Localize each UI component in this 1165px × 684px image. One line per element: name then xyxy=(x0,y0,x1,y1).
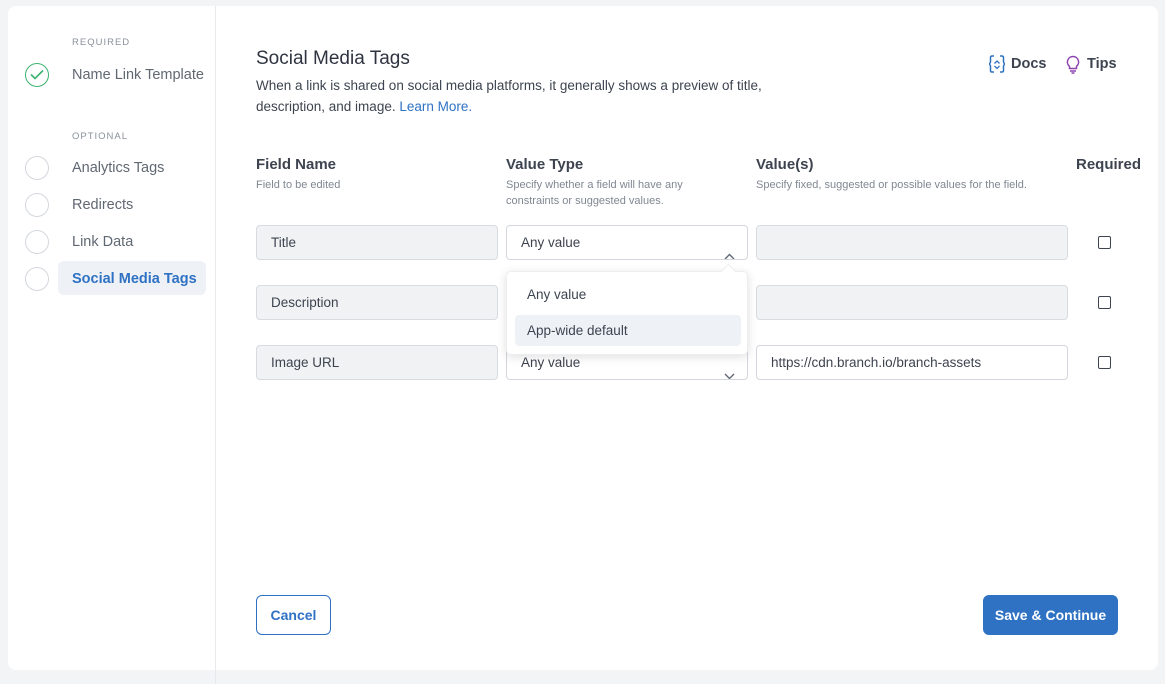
field-name-description: Description xyxy=(256,285,498,320)
wizard-sidebar: REQUIRED Name Link Template OPTIONAL Ana… xyxy=(8,6,216,684)
docs-icon xyxy=(989,55,1005,73)
field-name-header: Field Name xyxy=(256,156,337,173)
selected-value: Any value xyxy=(521,235,581,250)
field-name-title: Title xyxy=(256,225,498,260)
value-input-description xyxy=(756,285,1068,320)
dropdown-option-any-value[interactable]: Any value xyxy=(515,279,741,310)
chevron-down-icon xyxy=(724,359,735,379)
value-type-header: Value Type xyxy=(506,156,584,173)
cancel-button[interactable]: Cancel xyxy=(256,595,331,635)
step-label: Redirects xyxy=(72,197,134,213)
check-circle-icon xyxy=(25,63,49,87)
required-checkbox-image-url[interactable] xyxy=(1098,356,1111,369)
tips-button[interactable]: Tips xyxy=(1065,54,1117,74)
empty-circle-icon xyxy=(25,267,49,291)
required-section-label: REQUIRED xyxy=(72,37,131,48)
required-header: Required xyxy=(1076,156,1142,173)
step-social-media-tags[interactable]: Social Media Tags xyxy=(25,261,215,295)
chevron-up-icon xyxy=(724,239,735,259)
page-description: When a link is shared on social media pl… xyxy=(256,75,776,117)
value-type-subtitle: Specify whether a field will have any co… xyxy=(506,179,683,207)
empty-circle-icon xyxy=(25,193,49,217)
value-input-title xyxy=(756,225,1068,260)
description-text: When a link is shared on social media pl… xyxy=(256,78,762,114)
dropdown-option-app-wide-default[interactable]: App-wide default xyxy=(515,315,741,346)
save-continue-button[interactable]: Save & Continue xyxy=(983,595,1118,635)
learn-more-link[interactable]: Learn More. xyxy=(399,99,472,114)
field-name-subtitle: Field to be edited xyxy=(256,179,341,191)
value-input-image-url[interactable]: https://cdn.branch.io/branch-assets xyxy=(756,345,1068,380)
step-name-link-template[interactable]: Name Link Template xyxy=(25,58,215,92)
required-checkbox-title[interactable] xyxy=(1098,236,1111,249)
docs-button[interactable]: Docs xyxy=(989,54,1046,74)
step-label: Social Media Tags xyxy=(72,271,197,287)
lightbulb-icon xyxy=(1065,55,1081,74)
empty-circle-icon xyxy=(25,230,49,254)
step-label: Name Link Template xyxy=(72,67,204,83)
empty-circle-icon xyxy=(25,156,49,180)
tips-label: Tips xyxy=(1087,56,1117,72)
docs-label: Docs xyxy=(1011,56,1047,72)
values-header: Value(s) xyxy=(756,156,814,173)
optional-section-label: OPTIONAL xyxy=(72,131,129,142)
field-name-image-url: Image URL xyxy=(256,345,498,380)
selected-value: Any value xyxy=(521,355,581,370)
step-redirects[interactable]: Redirects xyxy=(25,188,215,222)
step-link-data[interactable]: Link Data xyxy=(25,225,215,259)
required-checkbox-description[interactable] xyxy=(1098,296,1111,309)
step-label: Analytics Tags xyxy=(72,160,165,176)
step-label: Link Data xyxy=(72,234,134,250)
values-subtitle: Specify fixed, suggested or possible val… xyxy=(756,179,1027,191)
step-analytics-tags[interactable]: Analytics Tags xyxy=(25,151,215,185)
value-type-dropdown-menu: Any value App-wide default xyxy=(506,263,748,355)
value-type-select-title[interactable]: Any value xyxy=(506,225,748,260)
page-title: Social Media Tags xyxy=(256,48,410,69)
